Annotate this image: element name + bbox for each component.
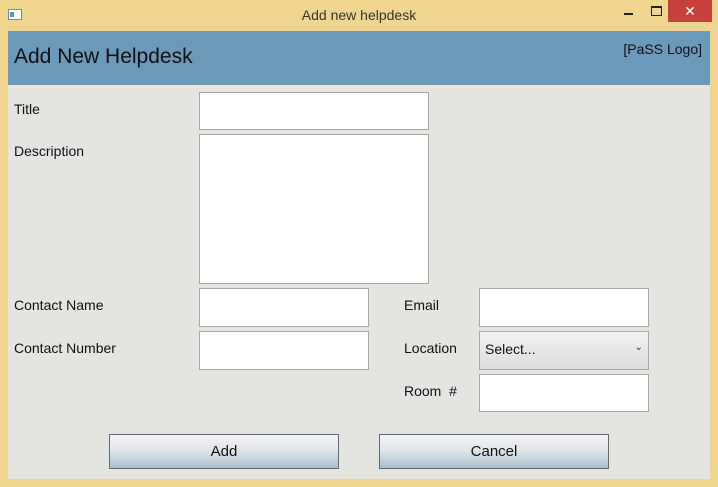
title-label: Title — [14, 101, 40, 117]
cancel-button[interactable]: Cancel — [379, 434, 609, 469]
header-banner: Add New Helpdesk [PaSS Logo] — [8, 31, 710, 85]
contact-number-input[interactable] — [199, 331, 369, 370]
location-label: Location — [404, 340, 457, 356]
minimize-button[interactable] — [617, 0, 639, 22]
logo-placeholder: [PaSS Logo] — [623, 41, 702, 57]
window-title: Add new helpdesk — [301, 7, 417, 23]
contact-name-label: Contact Name — [14, 297, 104, 313]
close-icon: ✕ — [684, 2, 696, 19]
room-label: Room # — [404, 383, 457, 399]
maximize-button[interactable] — [645, 0, 667, 22]
email-label: Email — [404, 297, 440, 313]
maximize-icon — [650, 6, 662, 16]
location-selected-value: Select... — [485, 341, 536, 357]
location-select[interactable]: Select... ⌄ — [479, 331, 649, 370]
contact-name-input[interactable] — [199, 288, 369, 327]
form-area: Add New Helpdesk [PaSS Logo] Title Descr… — [8, 31, 710, 479]
description-textarea[interactable] — [199, 134, 429, 284]
title-input[interactable] — [199, 92, 429, 130]
chevron-down-icon: ⌄ — [634, 342, 643, 353]
close-button[interactable]: ✕ — [668, 0, 712, 22]
description-label: Description — [14, 143, 85, 159]
room-input[interactable] — [479, 374, 649, 412]
contact-number-label: Contact Number — [14, 340, 116, 356]
title-bar[interactable]: Add new helpdesk ✕ — [0, 0, 718, 30]
minimize-icon — [623, 13, 633, 15]
add-button[interactable]: Add — [109, 434, 339, 469]
email-input[interactable] — [479, 288, 649, 327]
page-title: Add New Helpdesk — [14, 45, 193, 68]
app-window: Add new helpdesk ✕ Add New Helpdesk [PaS… — [0, 0, 718, 487]
